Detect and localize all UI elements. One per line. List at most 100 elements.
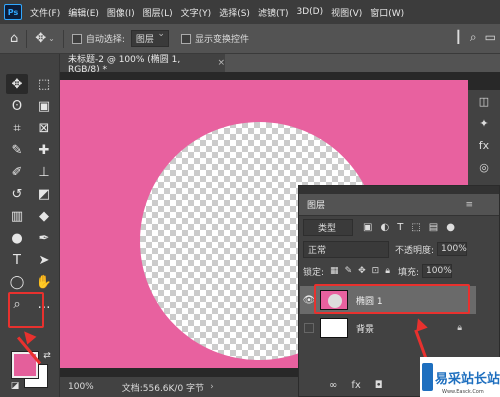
filter-row: 类型 ▣ ◐ T ⬚ ▤ ● — [299, 216, 499, 238]
fill-input[interactable]: 100% — [422, 264, 453, 278]
menu-bar: Ps 文件(F) 编辑(E) 图像(I) 图层(L) 文字(Y) 选择(S) 滤… — [0, 0, 500, 24]
layer-thumbnail — [320, 318, 348, 338]
layer-filter-dropdown[interactable]: 类型 — [303, 218, 354, 236]
show-transform-label: 显示变换控件 — [194, 35, 249, 45]
menu-view[interactable]: 视图(V) — [331, 6, 362, 19]
opacity-label: 不透明度: — [395, 245, 435, 256]
path-select-tool-icon[interactable]: ➤ — [33, 250, 55, 270]
ellipse-tool-icon[interactable]: ◯ — [6, 272, 28, 292]
adjustment-filter-icon[interactable]: ◐ — [380, 222, 389, 233]
shape-filter-icon[interactable]: ⬚ — [411, 222, 420, 233]
zoom-level[interactable]: 100% — [68, 382, 94, 392]
layer-name[interactable]: 背景 — [356, 322, 374, 335]
menu-edit[interactable]: 编辑(E) — [68, 6, 99, 19]
doc-size[interactable]: 文档:556.6K/0 字节 — [122, 381, 204, 394]
opacity-input[interactable]: 100% — [437, 242, 468, 256]
dodge-tool-icon[interactable]: ● — [6, 228, 28, 248]
swatch-highlight-box — [8, 292, 44, 328]
right-panel-icons: ◫ ✦ fx ◎ — [468, 90, 500, 190]
fx-icon[interactable]: fx — [351, 380, 360, 391]
menu-filter[interactable]: 滤镜(T) — [258, 6, 289, 19]
auto-select-label: 自动选择: — [85, 35, 125, 45]
object-select-tool-icon[interactable]: ▣ — [33, 96, 55, 116]
align-icon[interactable]: ┃ — [455, 30, 462, 45]
gradient-tool-icon[interactable]: ▥ — [6, 206, 28, 226]
hand-tool-icon[interactable]: ✋ — [33, 272, 55, 292]
add-mask-icon[interactable]: ◘ — [375, 380, 383, 391]
visibility-toggle[interactable] — [304, 323, 314, 333]
lock-pixels-icon[interactable]: ✎ — [345, 266, 353, 276]
chevron-down-icon[interactable]: ⌄ — [48, 34, 55, 43]
menu-select[interactable]: 选择(S) — [219, 6, 250, 19]
fx-panel-icon[interactable]: fx — [468, 134, 500, 156]
menu-image[interactable]: 图像(I) — [107, 6, 135, 19]
move-tool-icon[interactable]: ✥ — [35, 31, 46, 46]
layer-highlight-box — [314, 284, 470, 314]
healing-brush-tool-icon[interactable]: ✚ — [33, 140, 55, 160]
layers-tab[interactable]: 图层 ≡ — [299, 194, 499, 216]
menu-type[interactable]: 文字(Y) — [181, 6, 212, 19]
options-right-icons: ┃ ⌕ ▭ — [455, 30, 496, 45]
pixel-filter-icon[interactable]: ▣ — [363, 222, 372, 233]
history-panel-icon[interactable]: ◫ — [468, 90, 500, 112]
blend-mode-value: 正常 — [308, 245, 327, 256]
divider — [62, 29, 64, 48]
lock-artboard-icon[interactable]: ⊡ — [372, 266, 380, 276]
lock-transparent-icon[interactable]: ▦ — [330, 266, 339, 276]
close-icon[interactable]: × — [217, 58, 225, 68]
eraser-tool-icon[interactable]: ◩ — [33, 184, 55, 204]
eyedropper-tool-icon[interactable]: ✎ — [6, 140, 28, 160]
adjustments-panel-icon[interactable]: ✦ — [468, 112, 500, 134]
lock-label: 锁定: — [303, 267, 325, 278]
chevron-right-icon[interactable]: › — [210, 382, 214, 392]
blend-mode-dropdown[interactable]: 正常 — [303, 240, 389, 258]
menu-window[interactable]: 窗口(W) — [370, 6, 404, 19]
divider — [26, 29, 28, 48]
pen-tool-icon[interactable]: ✒ — [33, 228, 55, 248]
auto-select-dropdown[interactable]: 图层 — [130, 29, 169, 47]
workspace-icon[interactable]: ▭ — [485, 30, 496, 45]
watermark-sub: Www.Easck.Com — [442, 389, 484, 395]
blend-row: 正常 不透明度: 100% — [299, 238, 499, 260]
frame-tool-icon[interactable]: ⊠ — [33, 118, 55, 138]
show-transform-checkbox[interactable] — [180, 33, 191, 44]
filter-toggle-icon[interactable]: ● — [446, 222, 455, 233]
layers-tab-label: 图层 — [307, 201, 326, 211]
watermark-logo-icon — [422, 363, 433, 391]
lock-all-icon[interactable]: 🔒︎ — [385, 266, 390, 276]
panel-header — [299, 186, 499, 194]
stamp-tool-icon[interactable]: ⊥ — [33, 162, 55, 182]
photoshop-logo-icon: Ps — [4, 4, 22, 20]
lock-row: 锁定: ▦ ✎ ✥ ⊡ 🔒︎ 填充: 100% — [299, 260, 499, 282]
menu-3d[interactable]: 3D(D) — [296, 7, 323, 17]
filter-value: 类型 — [318, 223, 337, 234]
filter-icons: ▣ ◐ T ⬚ ▤ ● — [363, 222, 455, 233]
search-icon[interactable]: ⌕ — [470, 30, 477, 45]
lock-position-icon[interactable]: ✥ — [358, 266, 366, 276]
type-filter-icon[interactable]: T — [397, 222, 403, 233]
marquee-tool-icon[interactable]: ⬚ — [33, 74, 55, 94]
link-layers-icon[interactable]: ∞ — [329, 380, 337, 391]
menu-layer[interactable]: 图层(L) — [143, 6, 173, 19]
move-tool-icon[interactable]: ✥ — [6, 74, 28, 94]
channels-panel-icon[interactable]: ◎ — [468, 156, 500, 178]
watermark-text: 易采站长站 — [434, 371, 500, 387]
tools-panel: ✥ ⬚ ʘ ▣ ⌗ ⊠ ✎ ✚ ✐ ⊥ ↺ ◩ ▥ ◆ ● ✒ T ➤ ◯ ✋ … — [0, 54, 60, 397]
history-brush-tool-icon[interactable]: ↺ — [6, 184, 28, 204]
lock-icons: ▦ ✎ ✥ ⊡ 🔒︎ — [330, 266, 390, 276]
layer-row-background[interactable]: 背景 🔒︎ — [300, 314, 476, 342]
lock-icon: 🔒︎ — [457, 323, 462, 333]
type-tool-icon[interactable]: T — [6, 250, 28, 270]
default-colors-icon[interactable]: ◪ — [4, 376, 26, 396]
panel-menu-icon[interactable]: ≡ — [465, 200, 473, 210]
blur-tool-icon[interactable]: ◆ — [33, 206, 55, 226]
options-bar: ⌂ ✥ ⌄ 自动选择: 图层 显示变换控件 ┃ ⌕ ▭ — [0, 24, 500, 54]
brush-tool-icon[interactable]: ✐ — [6, 162, 28, 182]
home-icon[interactable]: ⌂ — [10, 31, 18, 46]
document-tab[interactable]: 未标题-2 @ 100% (椭圆 1, RGB/8) * × — [60, 54, 225, 75]
menu-file[interactable]: 文件(F) — [30, 6, 60, 19]
smart-filter-icon[interactable]: ▤ — [429, 222, 438, 233]
lasso-tool-icon[interactable]: ʘ — [6, 96, 28, 116]
crop-tool-icon[interactable]: ⌗ — [6, 118, 28, 138]
auto-select-checkbox[interactable] — [71, 33, 82, 44]
